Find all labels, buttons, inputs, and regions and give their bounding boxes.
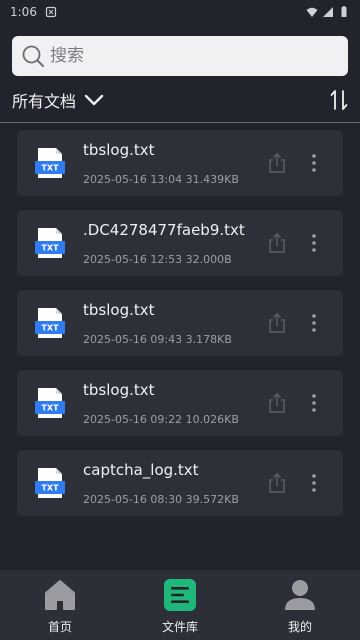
file-date: 2025-05-16 08:30 <box>83 493 183 506</box>
more-options-icon[interactable] <box>307 152 321 174</box>
more-options-icon[interactable] <box>307 392 321 414</box>
file-name: tbslog.txt <box>83 301 155 319</box>
file-name: tbslog.txt <box>83 141 155 159</box>
txt-file-icon: TXT <box>35 148 65 178</box>
nav-item-home[interactable]: 首页 <box>0 570 120 640</box>
chevron-down-icon <box>84 94 104 106</box>
file-meta: 2025-05-16 09:43 3.178KB <box>83 333 232 346</box>
file-size: 32.000B <box>185 253 232 266</box>
file-meta: 2025-05-16 13:04 31.439KB <box>83 173 239 186</box>
file-meta: 2025-05-16 12:53 32.000B <box>83 253 232 266</box>
document-filter-dropdown[interactable]: 所有文档 <box>12 88 104 112</box>
file-date: 2025-05-16 09:22 <box>83 413 183 426</box>
file-date: 2025-05-16 12:53 <box>83 253 183 266</box>
file-name: .DC4278477faeb9.txt <box>83 221 245 239</box>
nav-item-profile[interactable]: 我的 <box>240 570 360 640</box>
file-meta: 2025-05-16 09:22 10.026KB <box>83 413 239 426</box>
file-size: 39.572KB <box>185 493 239 506</box>
more-options-icon[interactable] <box>307 472 321 494</box>
file-date: 2025-05-16 09:43 <box>83 333 183 346</box>
file-list-item[interactable]: TXT tbslog.txt 2025-05-16 09:22 10.026KB <box>17 370 343 436</box>
search-icon <box>22 45 44 67</box>
txt-file-icon: TXT <box>35 388 65 418</box>
file-size: 31.439KB <box>185 173 239 186</box>
status-left: 1:06 <box>10 5 57 19</box>
home-icon <box>45 580 75 610</box>
search-input[interactable] <box>50 41 330 71</box>
share-icon[interactable] <box>267 232 287 254</box>
nav-item-file-library[interactable]: 文件库 <box>120 570 240 640</box>
file-name: captcha_log.txt <box>83 461 199 479</box>
file-size: 10.026KB <box>185 413 239 426</box>
share-icon[interactable] <box>267 472 287 494</box>
divider <box>0 122 360 123</box>
file-library-icon <box>164 579 196 611</box>
txt-file-icon: TXT <box>35 468 65 498</box>
sort-icon[interactable] <box>330 89 348 111</box>
file-type-label: TXT <box>41 404 59 413</box>
status-time: 1:06 <box>10 5 37 19</box>
file-type-label: TXT <box>41 244 59 253</box>
file-name: tbslog.txt <box>83 381 155 399</box>
txt-file-icon: TXT <box>35 228 65 258</box>
filter-row: 所有文档 <box>12 86 348 114</box>
file-date: 2025-05-16 13:04 <box>83 173 183 186</box>
file-type-label: TXT <box>41 164 59 173</box>
status-right <box>306 6 350 18</box>
wifi-icon <box>306 7 318 17</box>
bottom-nav: 首页 文件库 我的 <box>0 570 360 640</box>
file-list: TXT tbslog.txt 2025-05-16 13:04 31.439KB… <box>17 130 343 530</box>
share-icon[interactable] <box>267 152 287 174</box>
file-list-item[interactable]: TXT captcha_log.txt 2025-05-16 08:30 39.… <box>17 450 343 516</box>
file-size: 3.178KB <box>185 333 232 346</box>
profile-icon <box>285 580 315 610</box>
file-meta: 2025-05-16 08:30 39.572KB <box>83 493 239 506</box>
notification-icon <box>45 6 57 18</box>
nav-label: 文件库 <box>161 620 198 634</box>
search-bar[interactable] <box>12 36 348 76</box>
share-icon[interactable] <box>267 312 287 334</box>
file-type-label: TXT <box>41 484 59 493</box>
status-bar: 1:06 <box>0 0 360 24</box>
nav-label: 首页 <box>47 620 72 634</box>
more-options-icon[interactable] <box>307 312 321 334</box>
filter-label: 所有文档 <box>12 92 77 111</box>
signal-icon <box>323 7 333 17</box>
file-list-item[interactable]: TXT .DC4278477faeb9.txt 2025-05-16 12:53… <box>17 210 343 276</box>
file-type-label: TXT <box>41 324 59 333</box>
nav-label: 我的 <box>287 620 312 634</box>
txt-file-icon: TXT <box>35 308 65 338</box>
more-options-icon[interactable] <box>307 232 321 254</box>
file-list-item[interactable]: TXT tbslog.txt 2025-05-16 13:04 31.439KB <box>17 130 343 196</box>
battery-icon <box>341 6 347 17</box>
file-list-item[interactable]: TXT tbslog.txt 2025-05-16 09:43 3.178KB <box>17 290 343 356</box>
share-icon[interactable] <box>267 392 287 414</box>
